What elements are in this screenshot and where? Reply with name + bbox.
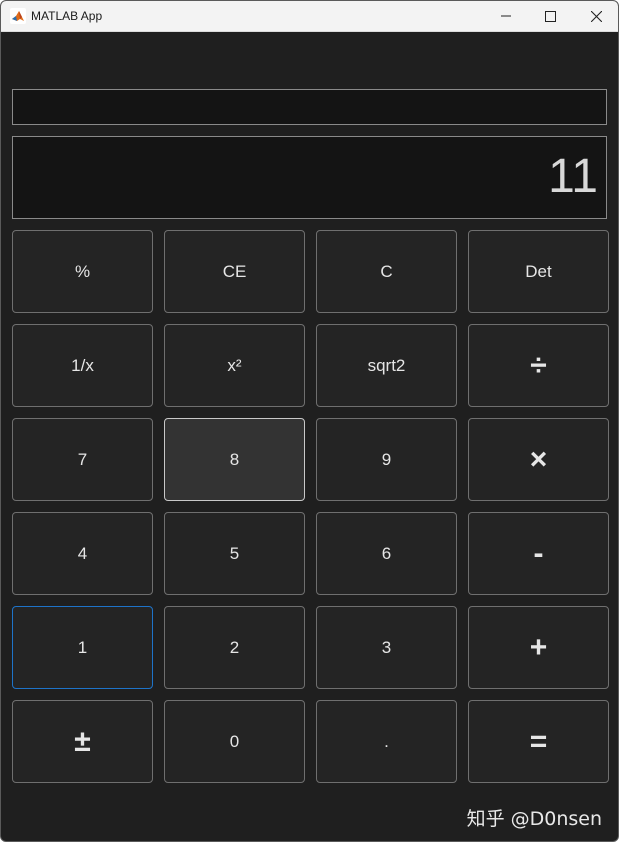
window-title: MATLAB App xyxy=(31,9,103,23)
digit-1-button[interactable]: 1 xyxy=(12,606,153,689)
minimize-icon xyxy=(501,15,511,17)
keypad: % CE C Det 1/x x² sqrt2 ÷ 7 8 9 × 4 5 6 … xyxy=(12,230,609,783)
digit-3-button[interactable]: 3 xyxy=(316,606,457,689)
app-window: MATLAB App 11 % CE C Det 1/x x² sqrt2 ÷ … xyxy=(0,0,619,842)
expression-display xyxy=(12,89,607,125)
digit-9-button[interactable]: 9 xyxy=(316,418,457,501)
matlab-logo-icon xyxy=(10,8,26,24)
digit-4-button[interactable]: 4 xyxy=(12,512,153,595)
clear-entry-button[interactable]: CE xyxy=(164,230,305,313)
negate-button[interactable]: ± xyxy=(12,700,153,783)
sqrt-button[interactable]: sqrt2 xyxy=(316,324,457,407)
digit-6-button[interactable]: 6 xyxy=(316,512,457,595)
add-button[interactable]: + xyxy=(468,606,609,689)
digit-2-button[interactable]: 2 xyxy=(164,606,305,689)
decimal-button[interactable]: . xyxy=(316,700,457,783)
digit-0-button[interactable]: 0 xyxy=(164,700,305,783)
clear-button[interactable]: C xyxy=(316,230,457,313)
maximize-button[interactable] xyxy=(527,1,573,31)
digit-5-button[interactable]: 5 xyxy=(164,512,305,595)
square-button[interactable]: x² xyxy=(164,324,305,407)
watermark-text: 知乎 @D0nsen xyxy=(466,808,602,830)
subtract-button[interactable]: - xyxy=(468,512,609,595)
reciprocal-button[interactable]: 1/x xyxy=(12,324,153,407)
minimize-button[interactable] xyxy=(483,1,529,31)
close-button[interactable] xyxy=(573,1,618,31)
maximize-icon xyxy=(544,10,556,22)
equals-button[interactable]: = xyxy=(468,700,609,783)
percent-button[interactable]: % xyxy=(12,230,153,313)
title-bar[interactable]: MATLAB App xyxy=(1,1,618,32)
multiply-button[interactable]: × xyxy=(468,418,609,501)
result-display: 11 xyxy=(12,136,607,219)
digit-7-button[interactable]: 7 xyxy=(12,418,153,501)
digit-8-button[interactable]: 8 xyxy=(164,418,305,501)
divide-button[interactable]: ÷ xyxy=(468,324,609,407)
close-icon xyxy=(590,10,602,22)
det-button[interactable]: Det xyxy=(468,230,609,313)
